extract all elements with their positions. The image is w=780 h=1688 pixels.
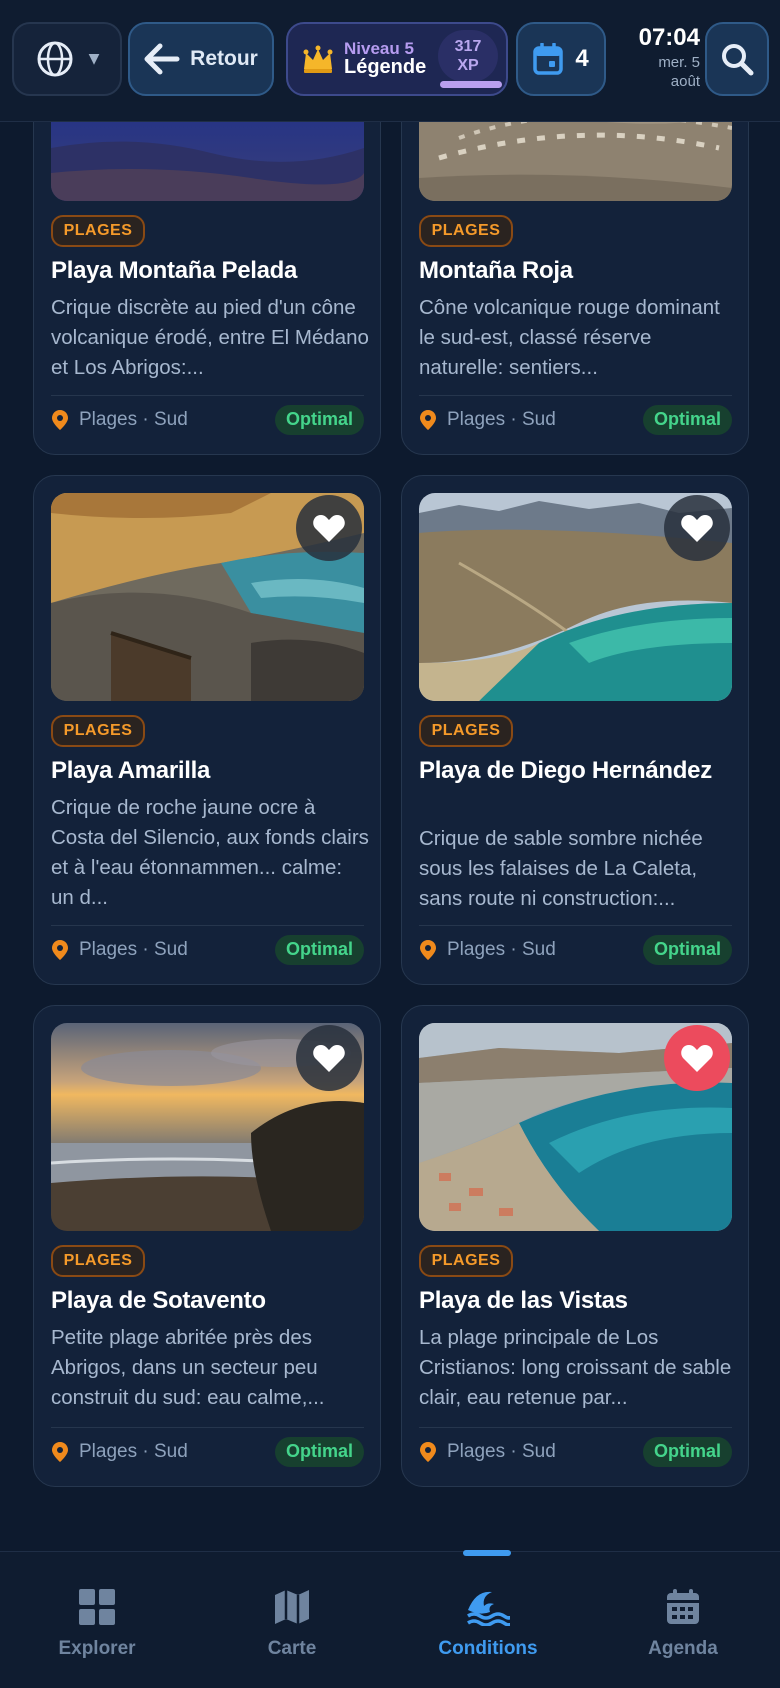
calendar-icon bbox=[533, 43, 564, 75]
back-label: Retour bbox=[190, 47, 258, 70]
bottom-nav: Explorer Carte Conditions Agenda bbox=[0, 1550, 780, 1688]
place-card[interactable]: PLAGES Playa Amarilla Crique de roche ja… bbox=[33, 475, 381, 985]
calendar-icon bbox=[667, 1589, 699, 1624]
nav-label: Conditions bbox=[438, 1638, 538, 1659]
clock-date-day: mer. 5 bbox=[658, 54, 700, 71]
location-pin-icon bbox=[420, 409, 436, 430]
place-card[interactable]: PLAGES Playa de las Vistas La plage prin… bbox=[401, 1005, 749, 1487]
place-title: Playa de las Vistas bbox=[419, 1287, 628, 1314]
nav-label: Explorer bbox=[58, 1638, 136, 1659]
place-title: Playa de Diego Hernández bbox=[419, 757, 712, 784]
nav-item-explorer[interactable]: Explorer bbox=[27, 1588, 167, 1668]
status-badge: Optimal bbox=[642, 1436, 732, 1467]
heart-icon bbox=[313, 1045, 345, 1072]
crown-icon bbox=[303, 45, 333, 73]
waves-icon bbox=[467, 1591, 510, 1626]
category-badge: PLAGES bbox=[51, 715, 145, 747]
location-pin-icon bbox=[52, 939, 68, 960]
card-footer: Plages · Sud Optimal bbox=[419, 925, 732, 973]
place-description: Cône volcanique rouge dominant le sud-es… bbox=[419, 296, 720, 379]
place-description: Crique de sable sombre nichée sous les f… bbox=[419, 827, 703, 910]
search-button[interactable] bbox=[705, 22, 769, 96]
nav-label: Carte bbox=[267, 1638, 317, 1659]
location-label: Plages · Sud bbox=[447, 408, 556, 430]
xp-progress-bar bbox=[440, 81, 502, 88]
status-badge: Optimal bbox=[274, 934, 364, 965]
place-description: Petite plage abritée près des Abrigos, d… bbox=[51, 1326, 325, 1409]
calendar-button[interactable]: 4 bbox=[516, 22, 606, 96]
clock-time: 07:04 bbox=[638, 24, 700, 51]
xp-value: 317 bbox=[454, 37, 482, 55]
place-card[interactable]: PLAGES Playa de Diego Hernández Crique d… bbox=[401, 475, 749, 985]
card-footer: Plages · Sud Optimal bbox=[51, 395, 364, 443]
nav-item-agenda[interactable]: Agenda bbox=[613, 1588, 753, 1668]
heart-icon bbox=[313, 515, 345, 542]
favorite-button[interactable] bbox=[664, 1025, 730, 1091]
language-button[interactable]: ▼ bbox=[12, 22, 122, 96]
card-footer: Plages · Sud Optimal bbox=[419, 1427, 732, 1475]
location-pin-icon bbox=[420, 939, 436, 960]
xp-counter: 317 XP bbox=[438, 30, 498, 82]
category-badge: PLAGES bbox=[51, 1245, 145, 1277]
card-footer: Plages · Sud Optimal bbox=[51, 925, 364, 973]
rank-label: Légende bbox=[344, 56, 427, 79]
favorite-button[interactable] bbox=[296, 495, 362, 561]
chevron-down-icon: ▼ bbox=[88, 51, 100, 67]
xp-unit: XP bbox=[457, 57, 479, 74]
status-badge: Optimal bbox=[642, 404, 732, 435]
active-tab-indicator bbox=[463, 1550, 511, 1556]
top-bar: ▼ Retour Niveau 5 Légende 317 XP 4 07:04… bbox=[0, 0, 780, 122]
place-photo bbox=[51, 1023, 364, 1231]
status-badge: Optimal bbox=[274, 1436, 364, 1467]
category-badge: PLAGES bbox=[419, 215, 513, 247]
location-pin-icon bbox=[52, 409, 68, 430]
location-label: Plages · Sud bbox=[79, 408, 188, 430]
nav-item-carte[interactable]: Carte bbox=[222, 1588, 362, 1668]
category-badge: PLAGES bbox=[419, 715, 513, 747]
status-badge: Optimal bbox=[274, 404, 364, 435]
level-label: Niveau 5 bbox=[344, 38, 414, 58]
arrow-left-icon bbox=[144, 43, 180, 75]
place-title: Playa Amarilla bbox=[51, 757, 211, 784]
place-photo bbox=[51, 493, 364, 701]
place-photo bbox=[419, 493, 732, 701]
favorite-button[interactable] bbox=[664, 495, 730, 561]
calendar-count: 4 bbox=[575, 45, 589, 72]
heart-icon bbox=[681, 515, 713, 542]
place-description: Crique discrète au pied d'un cône volcan… bbox=[51, 296, 369, 379]
place-description: Crique de roche jaune ocre à Costa del S… bbox=[51, 796, 369, 909]
globe-icon bbox=[37, 41, 73, 77]
clock: 07:04 mer. 5 août bbox=[616, 24, 700, 90]
place-title: Playa de Sotavento bbox=[51, 1287, 266, 1314]
nav-label: Agenda bbox=[648, 1638, 718, 1659]
card-footer: Plages · Sud Optimal bbox=[419, 395, 732, 443]
location-pin-icon bbox=[420, 1441, 436, 1462]
map-icon bbox=[275, 1590, 309, 1624]
heart-icon bbox=[681, 1045, 713, 1072]
back-button[interactable]: Retour bbox=[128, 22, 274, 96]
place-title: Playa Montaña Pelada bbox=[51, 257, 298, 284]
location-label: Plages · Sud bbox=[447, 1440, 556, 1462]
grid-icon bbox=[79, 1589, 115, 1625]
status-badge: Optimal bbox=[642, 934, 732, 965]
clock-date-month: août bbox=[670, 72, 700, 90]
category-badge: PLAGES bbox=[51, 215, 145, 247]
favorite-button[interactable] bbox=[296, 1025, 362, 1091]
place-card[interactable]: PLAGES Playa de Sotavento Petite plage a… bbox=[33, 1005, 381, 1487]
place-photo bbox=[419, 1023, 732, 1231]
category-badge: PLAGES bbox=[419, 1245, 513, 1277]
card-footer: Plages · Sud Optimal bbox=[51, 1427, 364, 1475]
location-pin-icon bbox=[52, 1441, 68, 1462]
location-label: Plages · Sud bbox=[79, 938, 188, 960]
location-label: Plages · Sud bbox=[79, 1440, 188, 1462]
level-badge[interactable]: Niveau 5 Légende 317 XP bbox=[286, 22, 508, 96]
place-title: Montaña Roja bbox=[419, 257, 573, 284]
nav-item-conditions[interactable]: Conditions bbox=[418, 1588, 558, 1668]
search-icon bbox=[722, 44, 754, 76]
place-description: La plage principale de Los Cristianos: l… bbox=[419, 1326, 732, 1409]
location-label: Plages · Sud bbox=[447, 938, 556, 960]
